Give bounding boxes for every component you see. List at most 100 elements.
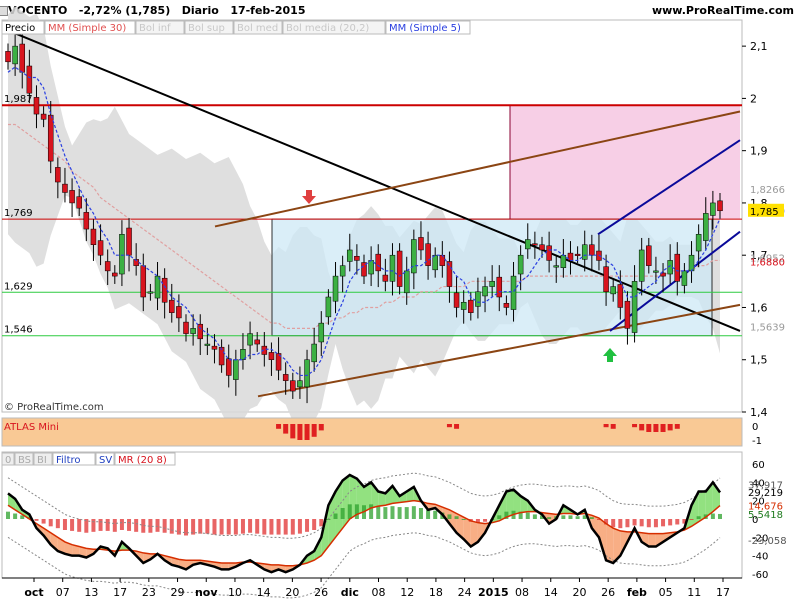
candle-body <box>126 227 132 256</box>
atlas-bar <box>297 424 303 440</box>
oscillator-histogram-bar <box>191 519 196 535</box>
atlas-bar <box>646 424 652 432</box>
candle-body <box>411 239 417 274</box>
x-tick-label: 26 <box>601 586 615 599</box>
oscillator-histogram-bar <box>461 519 466 520</box>
oscillator-histogram-bar <box>6 511 10 519</box>
price-value-label: 1,785 <box>750 207 779 218</box>
candle-body <box>26 65 33 94</box>
x-tick-label: 17 <box>113 586 127 599</box>
x-tick-label: 20 <box>285 586 299 599</box>
candle-body <box>581 244 588 260</box>
candle-body <box>653 270 659 273</box>
oscillator-histogram-bar <box>661 519 666 527</box>
candle-body <box>460 301 467 310</box>
indicator-tab-label: MM (Simple 30) <box>48 23 126 34</box>
atlas-bar <box>311 424 317 437</box>
candle-body <box>468 299 474 313</box>
oscillator-histogram-bar <box>589 517 594 519</box>
candle-body <box>62 183 68 193</box>
oscillator-histogram-bar <box>91 519 96 532</box>
candle-body <box>631 281 638 333</box>
candle-body <box>297 380 303 388</box>
oscillator-button-label: 0 <box>5 455 11 466</box>
candle-body <box>76 196 82 209</box>
oscillator-histogram-bar <box>369 504 374 519</box>
oscillator-histogram-bar <box>618 519 623 529</box>
oscillator-histogram-bar <box>340 508 345 519</box>
candle-body <box>453 292 460 308</box>
indicator-tab-label: Bol media (20,2) <box>286 23 369 34</box>
atlas-bar <box>639 424 645 431</box>
oscillator-button-label: SV <box>99 455 112 466</box>
candle-body <box>282 374 289 381</box>
atlas-bar <box>276 424 282 429</box>
candle-body <box>268 352 275 360</box>
atlas-bar <box>653 424 659 432</box>
candle-body <box>574 253 581 256</box>
candle-body <box>717 200 723 212</box>
oscillator-histogram-bar <box>198 519 203 534</box>
x-tick-label: 08 <box>372 586 386 599</box>
x-tick-label: feb <box>627 586 647 599</box>
candle-body <box>40 113 47 120</box>
price-tick-label: 1,4 <box>750 406 768 419</box>
oscillator-histogram-bar <box>84 519 89 533</box>
atlas-tick-label: -1 <box>752 436 762 447</box>
oscillator-histogram-bar <box>646 519 651 528</box>
candle-body <box>496 276 503 298</box>
candle-body <box>311 343 317 363</box>
candle-body <box>83 212 90 230</box>
candle-body <box>290 380 296 392</box>
oscillator-histogram-bar <box>155 519 160 532</box>
oscillator-histogram-bar <box>447 514 452 519</box>
candle-body <box>603 266 609 293</box>
oscillator-histogram-bar <box>497 515 502 519</box>
oscillator-histogram-bar <box>525 512 530 519</box>
oscillator-histogram-bar <box>283 519 288 535</box>
candle-body <box>190 328 196 334</box>
oscillator-histogram-bar <box>62 519 67 530</box>
oscillator-histogram-bar <box>625 519 630 528</box>
price-chart[interactable]: 1,9871,7691,6291,546Precio MM (Simple 30)… <box>0 0 800 600</box>
level-label: 1,987 <box>4 94 33 105</box>
candle-body <box>638 249 645 282</box>
x-tick-label: 11 <box>687 586 701 599</box>
candle-body <box>325 296 332 318</box>
oscillator-histogram-bar <box>454 516 459 519</box>
candle-body <box>140 265 147 298</box>
candle-body <box>119 234 125 275</box>
candle-body <box>19 43 25 73</box>
x-tick-label: oct <box>24 586 43 599</box>
oscillator-histogram-bar <box>561 515 566 519</box>
candle-body <box>47 114 54 162</box>
x-tick-label: 07 <box>56 586 70 599</box>
oscillator-histogram-bar <box>205 519 210 534</box>
oscillator-value-label: 29,219 <box>748 488 783 499</box>
candle-body <box>33 97 40 115</box>
oscillator-histogram-bar <box>297 519 302 534</box>
candle-body <box>567 252 574 261</box>
candle-body <box>90 228 97 245</box>
level-label: 1,769 <box>4 208 33 219</box>
candle-body <box>97 240 104 256</box>
x-tick-label: 08 <box>515 586 529 599</box>
oscillator-histogram-bar <box>255 519 260 534</box>
price-tick-label: 1,6 <box>750 301 768 314</box>
oscillator-histogram-bar <box>169 519 174 534</box>
x-tick-label: dic <box>341 586 359 599</box>
oscillator-histogram-bar <box>70 519 75 531</box>
candle-body <box>396 250 403 287</box>
oscillator-histogram-bar <box>568 515 573 519</box>
x-tick-label: 10 <box>228 586 242 599</box>
oscillator-fill <box>648 533 656 547</box>
candle-body <box>539 244 545 251</box>
candle-body <box>69 190 75 204</box>
oscillator-histogram-bar <box>411 506 416 519</box>
atlas-bar <box>318 424 324 431</box>
candle-body <box>233 359 239 380</box>
oscillator-histogram-bar <box>77 519 82 532</box>
atlas-bar <box>667 424 673 431</box>
x-tick-label: nov <box>195 586 218 599</box>
candle-body <box>183 321 189 334</box>
